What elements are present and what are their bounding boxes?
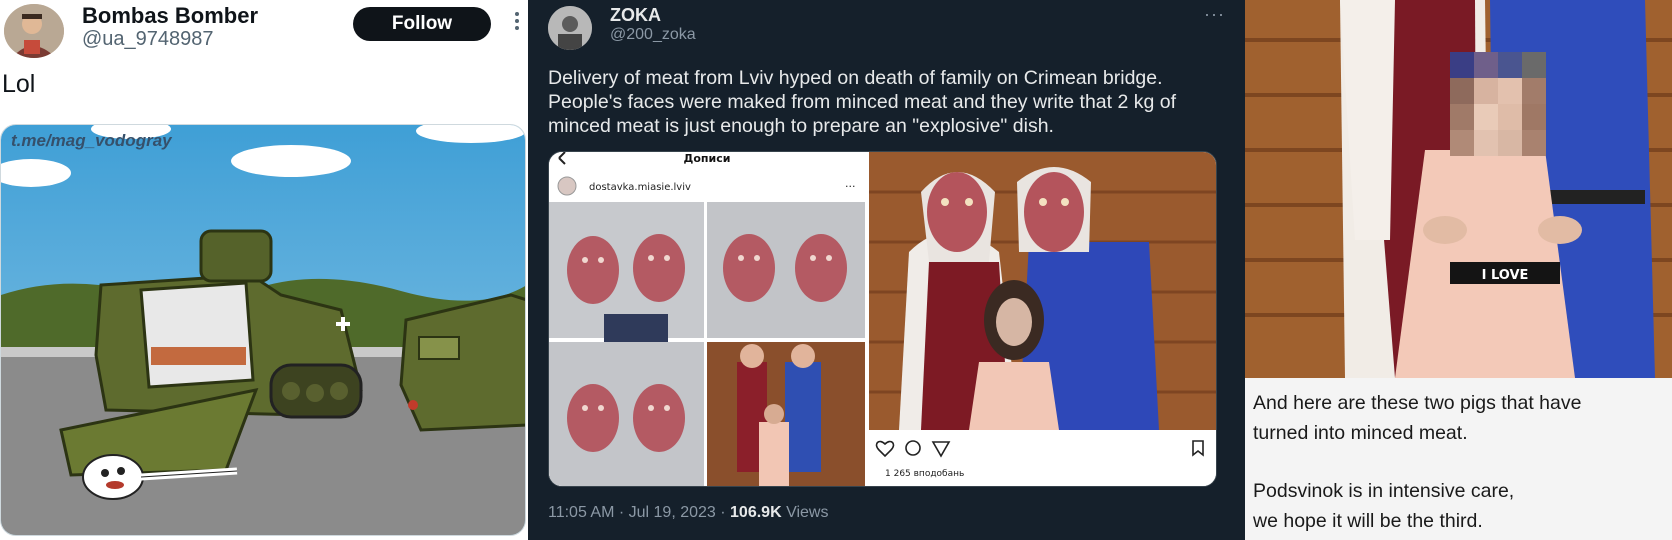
tweet-text: Delivery of meat from Lviv hyped on deat… xyxy=(548,66,1228,138)
tweet-image[interactable]: Дописи dostavka.miasie.lviv ··· 1 265 вп… xyxy=(548,151,1217,487)
photo-panel: I LOVE And here are these two pigs that … xyxy=(1245,0,1672,540)
likes-count: 1 265 вподобань xyxy=(885,469,964,479)
shirt-text: I LOVE xyxy=(1482,268,1529,283)
author-handle[interactable]: @ua_9748987 xyxy=(82,28,214,51)
tweet-image[interactable]: t.me/mag_vodogray xyxy=(0,124,526,536)
embedded-account: dostavka.miasie.lviv xyxy=(589,182,691,193)
caption-2: Podsvinok is in intensive care, we hope … xyxy=(1253,476,1514,536)
author-name[interactable]: ZOKA xyxy=(610,5,661,26)
author-handle[interactable]: @200_zoka xyxy=(610,26,696,44)
tweet-card-2: ZOKA @200_zoka ··· Delivery of meat from… xyxy=(528,0,1245,540)
caption-line: And here are these two pigs that have xyxy=(1253,392,1582,414)
more-icon: ··· xyxy=(845,180,856,193)
caption-line: Podsvinok is in intensive care, xyxy=(1253,480,1515,502)
embedded-screenshot: Дописи dostavka.miasie.lviv ··· 1 265 вп… xyxy=(549,152,1216,486)
timestamp[interactable]: 11:05 AM · Jul 19, 2023 · 106.9K Views xyxy=(548,504,828,522)
follow-button[interactable]: Follow xyxy=(353,7,491,41)
watermark: t.me/mag_vodogray xyxy=(11,131,172,150)
family-photo: I LOVE xyxy=(1245,0,1672,378)
tweet-card-1: Bombas Bomber @ua_9748987 Follow Lol t.m… xyxy=(0,0,528,540)
blurred-face xyxy=(1450,52,1546,156)
author-name[interactable]: Bombas Bomber xyxy=(82,3,258,29)
tweet-text: Lol xyxy=(2,70,36,98)
tweet-text-line: minced meat is just enough to prepare an… xyxy=(548,115,1054,137)
embedded-header-title: Дописи xyxy=(684,152,731,165)
avatar[interactable] xyxy=(548,6,592,50)
avatar[interactable] xyxy=(4,4,64,58)
caption-1: And here are these two pigs that have tu… xyxy=(1253,388,1581,448)
views-label: Views xyxy=(781,504,829,521)
views-count: 106.9K xyxy=(730,504,782,521)
caption-line: we hope it will be the third. xyxy=(1253,510,1483,532)
more-icon[interactable]: ··· xyxy=(1204,4,1225,25)
cartoon-illustration xyxy=(1,125,525,535)
timestamp-text[interactable]: 11:05 AM · Jul 19, 2023 · xyxy=(548,504,730,521)
more-vertical-icon[interactable] xyxy=(511,10,523,36)
tweet-text-line: Delivery of meat from Lviv hyped on deat… xyxy=(548,67,1163,89)
tweet-text-line: People's faces were maked from minced me… xyxy=(548,91,1177,113)
caption-line: turned into minced meat. xyxy=(1253,422,1468,444)
